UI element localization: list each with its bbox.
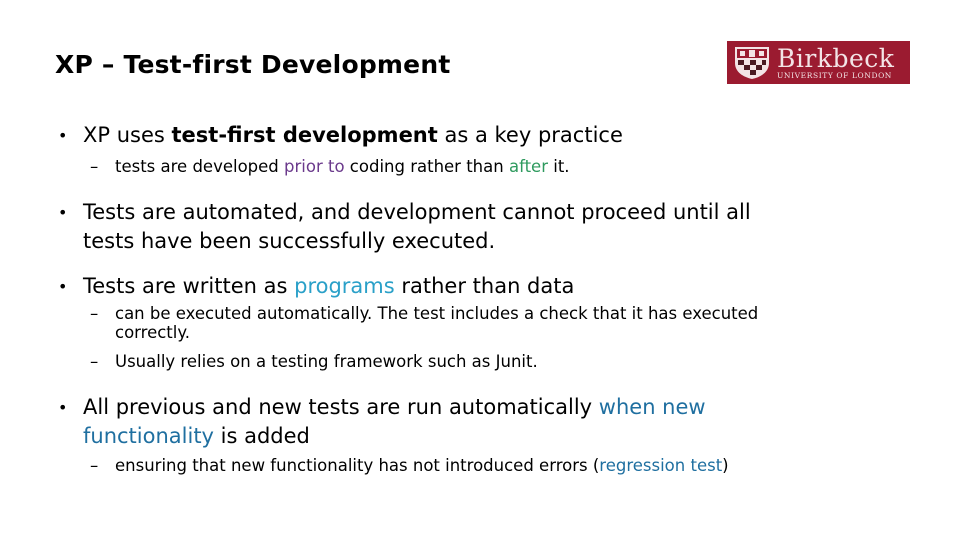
bullet-2: • Tests are automated, and development c… (58, 198, 751, 256)
bullet-icon: • (58, 203, 68, 222)
bullet-4-sub-1: – ensuring that new functionality has no… (90, 456, 729, 475)
birkbeck-logo: Birkbeck UNIVERSITY OF LONDON (727, 41, 910, 84)
bullet-icon: • (58, 126, 68, 145)
slide-title: XP – Test-first Development (55, 50, 451, 79)
highlight-regression-test: regression test (599, 456, 723, 475)
highlight-after: after (508, 157, 548, 176)
highlight-prior-to: prior to (284, 157, 345, 176)
highlight-when-new: when new (598, 395, 706, 419)
bullet-4: • All previous and new tests are run aut… (58, 395, 706, 448)
bullet-3-sub-1: – can be executed automatically. The tes… (90, 304, 759, 342)
bullet-icon: • (58, 398, 68, 417)
dash-icon: – (90, 304, 99, 323)
logo-name: Birkbeck (777, 43, 895, 73)
bullet-3-sub-2: – Usually relies on a testing framework … (90, 352, 538, 371)
dash-icon: – (90, 352, 99, 371)
highlight-functionality: functionality (83, 424, 214, 448)
highlight-programs: programs (294, 274, 395, 298)
bullet-2-line-1: Tests are automated, and development can… (83, 200, 751, 224)
bullet-2-line-2: tests have been successfully executed. (83, 229, 496, 253)
dash-icon: – (90, 456, 99, 475)
bullet-1: • XP uses test-first development as a ke… (58, 121, 623, 150)
crest-icon (735, 47, 769, 79)
emphasis: test-first development (171, 123, 438, 147)
logo-subtitle: UNIVERSITY OF LONDON (777, 70, 892, 80)
bullet-icon: • (58, 277, 68, 296)
bullet-1-text: XP uses test-first development as a key … (83, 123, 623, 147)
bullet-1-sub-1: – tests are developed prior to coding ra… (90, 157, 570, 176)
dash-icon: – (90, 157, 99, 176)
bullet-3: • Tests are written as programs rather t… (58, 272, 574, 301)
